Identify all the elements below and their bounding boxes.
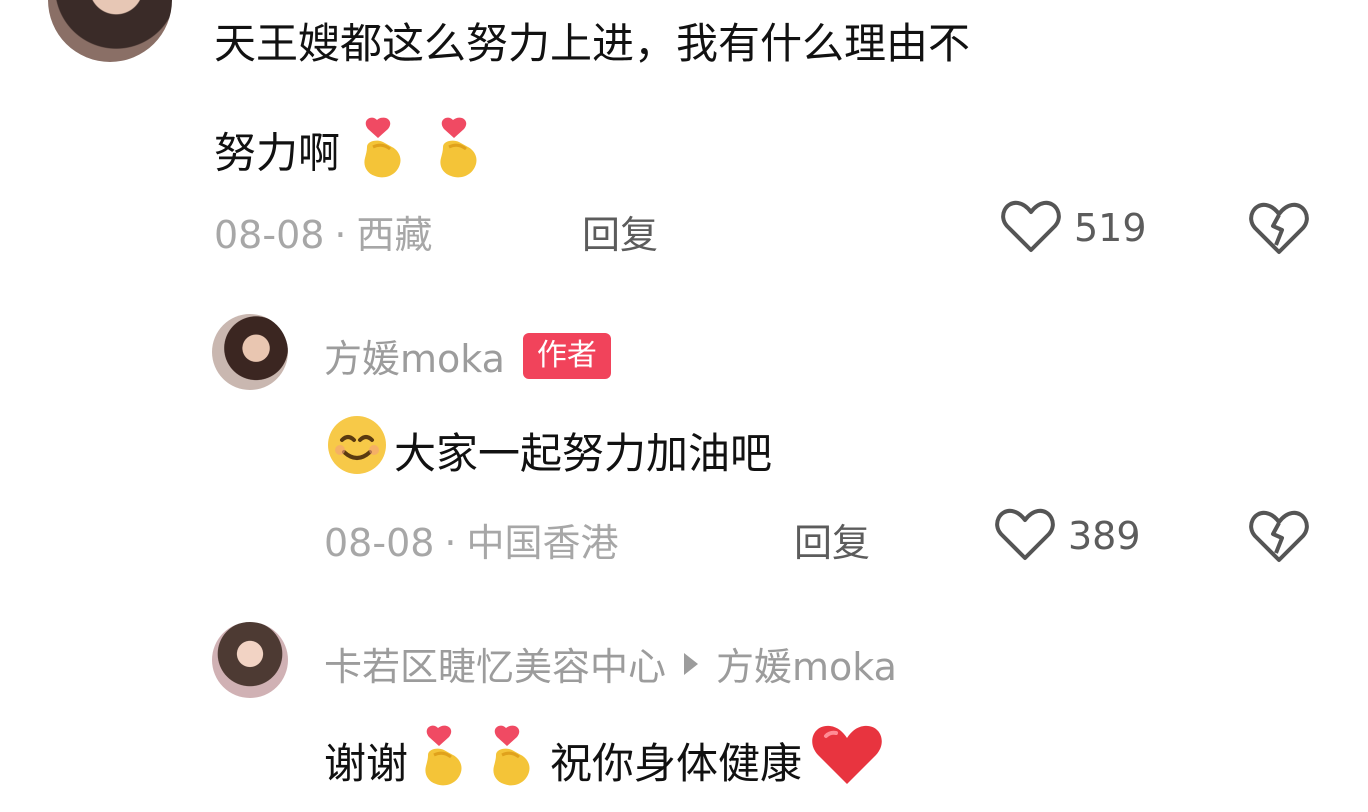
comment-text: 努力啊 — [214, 112, 491, 200]
comment-location: 西藏 — [356, 213, 433, 257]
comment-date: 08-08 — [214, 213, 325, 257]
play-triangle-icon — [684, 652, 699, 675]
avatar[interactable] — [212, 622, 288, 698]
heart-outline-icon — [1000, 198, 1062, 258]
red-heart-emoji — [808, 720, 886, 808]
comment-text: 谢谢 祝你身体健康 — [324, 720, 886, 808]
comment-header: 卡若区睫忆美容中心 方媛moka — [324, 636, 897, 691]
broken-heart-icon — [1248, 508, 1310, 568]
meta-separator: · — [444, 521, 457, 565]
heart-outline-icon — [994, 506, 1056, 566]
username[interactable]: 方媛moka — [324, 328, 505, 383]
avatar[interactable] — [48, 0, 172, 62]
dislike-button[interactable] — [1248, 508, 1310, 568]
comment-meta: 08-08 · 西藏 — [214, 204, 433, 259]
finger-heart-emoji — [414, 720, 476, 808]
finger-heart-emoji — [482, 720, 544, 808]
comment-location: 中国香港 — [466, 521, 619, 565]
reply-button[interactable]: 回复 — [794, 512, 870, 567]
reply-button[interactable]: 回复 — [582, 204, 658, 259]
comment-date: 08-08 — [324, 521, 435, 565]
finger-heart-emoji — [429, 112, 491, 200]
avatar[interactable] — [212, 314, 288, 390]
comment-text: 天王嫂都这么努力上进，我有什么理由不 — [214, 19, 971, 68]
like-count: 519 — [1074, 206, 1147, 250]
broken-heart-icon — [1248, 200, 1310, 260]
comment-meta: 08-08 · 中国香港 — [324, 512, 619, 567]
reply-to-username[interactable]: 方媛moka — [716, 636, 897, 691]
dislike-button[interactable] — [1248, 200, 1310, 260]
comment-text: 大家一起努力加油吧 — [324, 412, 772, 496]
username[interactable]: 卡若区睫忆美容中心 — [324, 636, 666, 691]
like-button[interactable]: 519 — [1000, 198, 1147, 258]
meta-separator: · — [334, 213, 347, 257]
author-badge: 作者 — [522, 332, 611, 379]
like-button[interactable]: 389 — [994, 506, 1141, 566]
finger-heart-emoji — [353, 112, 415, 200]
like-count: 389 — [1068, 514, 1141, 558]
smiling-face-emoji — [324, 412, 390, 496]
comment-header: 方媛moka 作者 — [324, 328, 611, 383]
